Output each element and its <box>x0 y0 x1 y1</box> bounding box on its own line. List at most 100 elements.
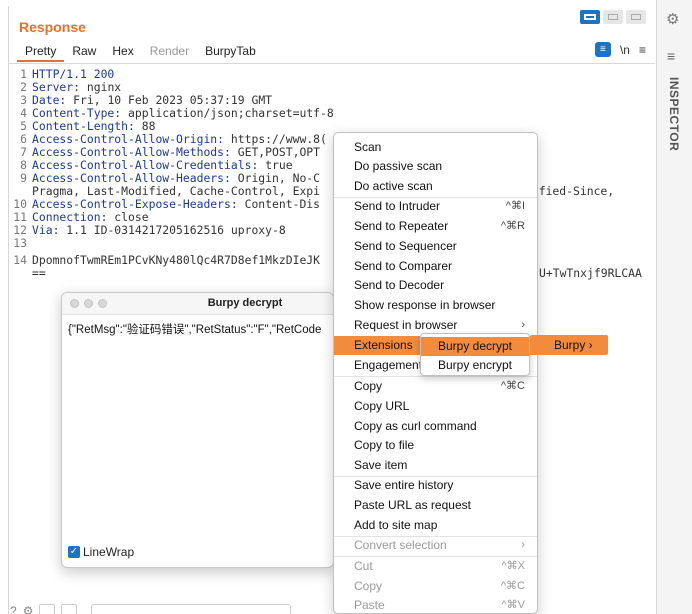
menu-item-label: Copy <box>354 379 383 393</box>
window-title: Burpy decrypt <box>207 297 283 309</box>
editor-line: 13 <box>9 237 32 250</box>
menu-item-label: Copy URL <box>354 399 410 413</box>
header-value: Fri, 10 Feb 2023 05:37:19 GMT <box>66 93 273 107</box>
header-name: Access-Control-Allow-Methods: <box>32 145 231 159</box>
line-number: 14 <box>13 253 27 267</box>
menu-item-send-to-comparer[interactable]: Send to Comparer <box>334 257 537 276</box>
menu-item-label: Copy as curl command <box>354 419 477 433</box>
single-view-icon[interactable] <box>626 10 646 24</box>
editor-tools: ≡ \n ≡ <box>594 42 646 57</box>
menu-item-burpy-decrypt[interactable]: Burpy decrypt <box>421 337 529 356</box>
bottom-toolbar: ? ⚙ <box>10 604 292 614</box>
menu-item-show-response-in-browser[interactable]: Show response in browser <box>334 296 537 315</box>
header-name: Content-Length: <box>32 119 135 133</box>
header-value: close <box>107 210 149 224</box>
menu-item-label: Copy <box>354 579 383 593</box>
tab-pretty[interactable]: Pretty <box>17 44 65 62</box>
menu-item-label: Paste URL as request <box>354 498 471 512</box>
menu-item-label: Extensions <box>354 338 413 352</box>
editor-menu-icon[interactable]: ≡ <box>639 43 646 57</box>
header-value: Pragma, Last-Modified, Cache-Control, Ex… <box>32 184 321 198</box>
prev-match-button[interactable] <box>39 604 56 614</box>
menu-item-do-passive-scan[interactable]: Do passive scan <box>334 157 537 176</box>
header-value: == <box>32 266 46 280</box>
header-value: 88 <box>134 119 156 133</box>
editor-line: == <box>9 267 46 280</box>
tab-render[interactable]: Render <box>142 44 197 62</box>
menu-item-shortcut: ^⌘C <box>500 380 525 392</box>
menu-item-label: Copy to file <box>354 438 415 452</box>
tab-raw[interactable]: Raw <box>64 44 104 62</box>
menu-item-scan[interactable]: Scan <box>334 138 537 157</box>
menu-item-label: Save item <box>354 458 408 472</box>
inspector-tab[interactable]: INSPECTOR <box>667 77 681 151</box>
linewrap-checkbox[interactable]: ✓ LineWrap <box>68 545 134 559</box>
burpy-submenu-label: Burpy › <box>554 338 593 352</box>
tab-hex[interactable]: Hex <box>104 44 141 62</box>
header-value: true <box>258 158 293 172</box>
menu-item-paste[interactable]: Paste ^⌘V <box>334 596 537 614</box>
gear-icon[interactable]: ⚙ <box>666 10 679 28</box>
burpy-decrypt-window: Burpy decrypt {"RetMsg":"验证码错误","RetStat… <box>61 292 334 568</box>
menu-item-label: Do active scan <box>354 179 433 193</box>
header-name: Content-Type: <box>32 106 122 120</box>
editor-line: 14 DpomnofTwmREm1PCvKNy480lQc4R7D8ef1MkzD… <box>9 254 320 267</box>
horizontal-view-icon[interactable] <box>603 10 623 24</box>
header-name: Access-Control-Allow-Origin: <box>32 132 225 146</box>
next-match-button[interactable] <box>61 604 78 614</box>
header-name: Access-Control-Allow-Credentials: <box>32 158 259 172</box>
menu-item-send-to-sequencer[interactable]: Send to Sequencer <box>334 237 537 256</box>
menu-item-do-active-scan[interactable]: Do active scan <box>334 177 537 196</box>
menu-item-copy[interactable]: Copy ^⌘C <box>334 377 537 396</box>
menu-item-copy-url[interactable]: Copy URL <box>334 397 537 416</box>
menu-item-label: Do passive scan <box>354 159 443 173</box>
menu-item-send-to-intruder[interactable]: Send to Intruder ^⌘I <box>334 197 537 216</box>
tab-burpytab[interactable]: BurpyTab <box>197 44 264 62</box>
linewrap-label: LineWrap <box>83 545 135 559</box>
header-name: Access-Control-Allow-Headers: <box>32 171 231 185</box>
menu-item-label: Scan <box>354 140 382 154</box>
editor-overflow-text: U+TwTnxjf9RLCAA <box>539 266 642 280</box>
search-input[interactable] <box>91 604 292 614</box>
menu-item-label: Send to Intruder <box>354 199 441 213</box>
menu-item-label: Show response in browser <box>354 298 496 312</box>
header-value: https://www.8( <box>224 132 327 146</box>
menu-item-convert-selection[interactable]: Convert selection › <box>334 536 537 555</box>
menu-item-save-item[interactable]: Save item <box>334 456 537 475</box>
menu-item-send-to-decoder[interactable]: Send to Decoder <box>334 276 537 295</box>
response-tabs: Pretty Raw Hex Render BurpyTab <box>17 44 264 62</box>
header-name: Server: <box>32 80 81 94</box>
menu-item-cut[interactable]: Cut ^⌘X <box>334 557 537 576</box>
menu-item-label: Add to site map <box>354 518 438 532</box>
menu-item-shortcut: ^⌘I <box>505 200 525 212</box>
menu-item-label: Send to Comparer <box>354 259 453 273</box>
menu-item-add-to-site-map[interactable]: Add to site map <box>334 516 537 535</box>
decrypted-text[interactable]: {"RetMsg":"验证码错误","RetStatus":"F","RetCo… <box>68 321 334 337</box>
header-name: Date: <box>32 93 67 107</box>
show-newlines-button[interactable]: \n <box>620 43 630 57</box>
editor-line: 12 Via: 1.1 ID-0314217205162516 uproxy-8 <box>9 223 285 237</box>
settings-icon[interactable]: ⚙ <box>23 604 34 614</box>
menu-item-copy-2[interactable]: Copy ^⌘C <box>334 577 537 596</box>
menu-item-label: Send to Repeater <box>354 219 449 233</box>
menu-item-label: Send to Decoder <box>354 278 445 292</box>
menu-item-save-entire-history[interactable]: Save entire history <box>334 476 537 495</box>
extensions-submenu: Burpy decrypt Burpy encrypt <box>420 333 530 376</box>
menu-item-shortcut: ^⌘C <box>500 580 525 592</box>
sidebar-menu-icon[interactable]: ≡ <box>667 48 675 64</box>
split-view-icon[interactable] <box>580 10 600 24</box>
wrap-lines-icon[interactable]: ≡ <box>594 42 611 57</box>
burpy-submenu-item[interactable]: Burpy › <box>530 335 608 355</box>
menu-item-shortcut: ^⌘X <box>501 560 526 572</box>
menu-item-paste-url-as-request[interactable]: Paste URL as request <box>334 496 537 515</box>
header-name: Via: <box>32 223 60 237</box>
menu-item-label: Request in browser <box>354 318 458 332</box>
menu-item-burpy-encrypt[interactable]: Burpy encrypt <box>421 356 529 375</box>
menu-item-copy-as-curl[interactable]: Copy as curl command <box>334 417 537 436</box>
menu-item-copy-to-file[interactable]: Copy to file <box>334 436 537 455</box>
menu-item-shortcut: ^⌘V <box>501 599 526 611</box>
line-number: 9 <box>20 171 27 185</box>
menu-item-label: Paste <box>354 598 385 612</box>
menu-item-send-to-repeater[interactable]: Send to Repeater ^⌘R <box>334 217 537 236</box>
help-icon[interactable]: ? <box>10 604 17 614</box>
